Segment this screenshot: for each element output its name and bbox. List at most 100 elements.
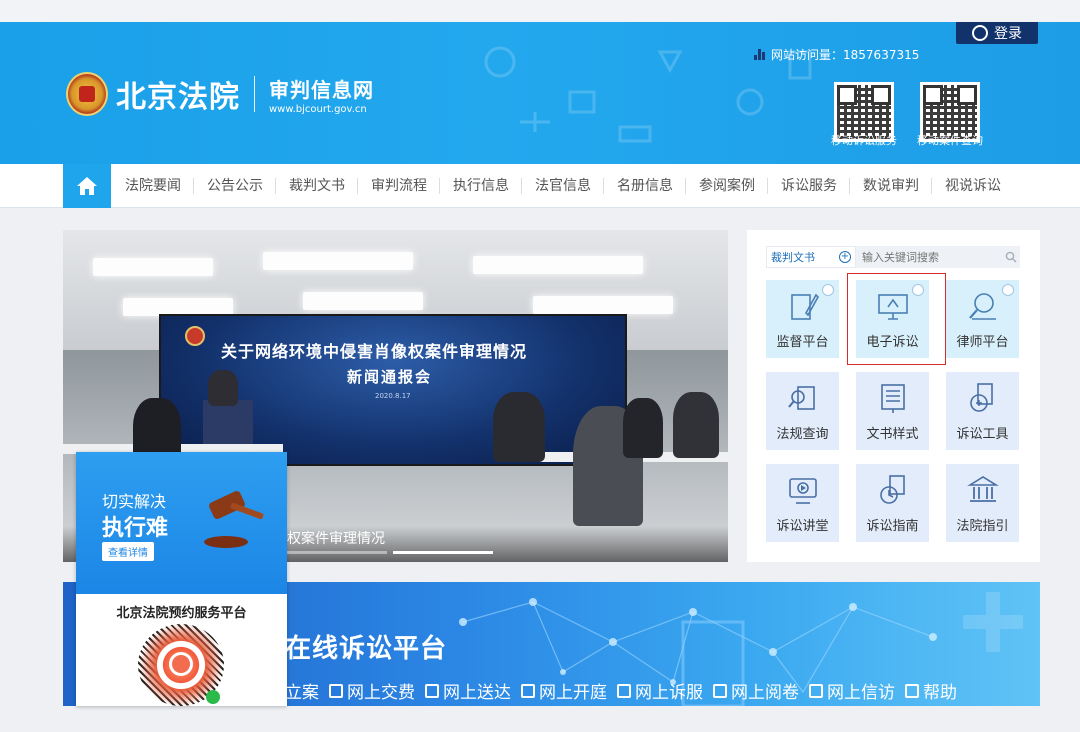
visits-label: 网站访问量： xyxy=(771,48,844,62)
banner-title: 在线诉讼平台 xyxy=(285,634,448,664)
carousel-dot-active[interactable] xyxy=(393,551,493,554)
nav-item-trial-process[interactable]: 审判流程 xyxy=(358,164,440,208)
site-subtitle-block: 审判信息网 www.bjcourt.gov.cn xyxy=(269,74,374,115)
site-name: 北京法院 xyxy=(116,80,240,115)
screen-subtitle: 新闻通报会 xyxy=(347,368,433,386)
tile-e-litigation[interactable]: 电子诉讼 xyxy=(856,280,929,358)
visit-counter: 网站访问量：1857637315 xyxy=(754,46,919,63)
nav-item-reference-cases[interactable]: 参阅案例 xyxy=(686,164,768,208)
nav-items: 法院要闻 公告公示 裁判文书 审判流程 执行信息 法官信息 名册信息 参阅案例 … xyxy=(112,164,1014,208)
badge-icon xyxy=(1002,284,1014,296)
payment-icon xyxy=(329,683,343,698)
court-emblem-icon xyxy=(66,72,108,116)
tile-document-templates[interactable]: 文书样式 xyxy=(856,372,929,450)
qr-label-litigation: 移动诉讼服务 xyxy=(831,134,897,147)
nav-item-judges[interactable]: 法官信息 xyxy=(522,164,604,208)
services-panel: 裁判文书 + 监督平台 电子诉讼 律师平台 法规查询 文书 xyxy=(747,230,1040,562)
pen-paper-icon xyxy=(790,293,819,320)
search-doc-icon xyxy=(787,386,815,410)
screen-date: 2020.8.17 xyxy=(375,392,411,400)
appointment-qr-code xyxy=(138,624,224,706)
carousel-indicators xyxy=(287,551,493,554)
site-subtitle: 审判信息网 xyxy=(269,77,374,102)
banner-link-file-review[interactable]: 网上阅卷 xyxy=(713,678,799,703)
nav-item-court-news[interactable]: 法院要闻 xyxy=(112,164,194,208)
top-strip xyxy=(0,0,1080,22)
user-icon xyxy=(972,25,988,41)
banner-link-online-service[interactable]: 网上诉服 xyxy=(617,678,703,703)
promo-platform-title: 北京法院预约服务平台 xyxy=(116,606,247,621)
search-input[interactable] xyxy=(856,246,1002,268)
search-button[interactable] xyxy=(1002,246,1020,268)
promo-details-button[interactable]: 查看详情 xyxy=(102,542,154,561)
banner-link-payment[interactable]: 网上交费 xyxy=(329,678,415,703)
main-nav: 法院要闻 公告公示 裁判文书 审判流程 执行信息 法官信息 名册信息 参阅案例 … xyxy=(0,164,1080,208)
login-label: 登录 xyxy=(994,26,1022,42)
attendee-figure xyxy=(673,392,719,458)
tile-law-query[interactable]: 法规查询 xyxy=(766,372,839,450)
banner-link-help[interactable]: 帮助 xyxy=(905,678,957,703)
tile-label: 诉讼讲堂 xyxy=(776,519,829,534)
nav-item-litigation-services[interactable]: 诉讼服务 xyxy=(768,164,850,208)
id-card-icon xyxy=(617,683,631,698)
nav-item-enforcement[interactable]: 执行信息 xyxy=(440,164,522,208)
search-icon xyxy=(1005,251,1017,263)
banner-link-service[interactable]: 网上送达 xyxy=(425,678,511,703)
carousel-caption[interactable]: 权案件审理情况 xyxy=(287,528,385,548)
tile-litigation-guide[interactable]: 诉讼指南 xyxy=(856,464,929,542)
enforcement-promo-card[interactable]: 切实解决 执行难 查看详情 北京法院预约服务平台 xyxy=(76,452,287,706)
site-url: www.bjcourt.gov.cn xyxy=(269,103,367,115)
wechat-icon xyxy=(206,690,220,704)
screen-title: 关于网络环境中侵害肖像权案件审理情况 xyxy=(221,342,528,361)
tile-lawyer-platform[interactable]: 律师平台 xyxy=(946,280,1019,358)
bar-chart-icon xyxy=(754,49,765,60)
podium xyxy=(203,400,253,450)
attendee-figure xyxy=(623,398,663,458)
tile-label: 诉讼工具 xyxy=(956,427,1009,442)
help-icon xyxy=(905,683,919,698)
nav-item-judgments[interactable]: 裁判文书 xyxy=(276,164,358,208)
tile-label: 法院指引 xyxy=(956,519,1009,534)
search-category-select[interactable]: 裁判文书 + xyxy=(766,246,856,268)
banner-links: 立案 网上交费 网上送达 网上开庭 网上诉服 网上阅卷 网上信访 帮助 xyxy=(285,678,957,703)
nav-home-button[interactable] xyxy=(63,164,111,208)
site-logo[interactable]: 北京法院 审判信息网 www.bjcourt.gov.cn xyxy=(66,72,374,116)
login-button[interactable]: 登录 xyxy=(956,22,1038,44)
banner-link-hearing[interactable]: 网上开庭 xyxy=(521,678,607,703)
search-category-label: 裁判文书 xyxy=(771,251,815,264)
plus-circle-icon: + xyxy=(839,251,851,263)
promo-line1: 切实解决 xyxy=(102,492,167,511)
speaker-figure xyxy=(208,370,238,406)
book-icon xyxy=(880,384,905,413)
tile-label: 诉讼指南 xyxy=(866,519,919,534)
tile-supervision[interactable]: 监督平台 xyxy=(766,280,839,358)
nav-item-announcements[interactable]: 公告公示 xyxy=(194,164,276,208)
send-icon xyxy=(425,683,439,698)
tile-label: 法规查询 xyxy=(776,427,829,442)
nav-item-registry[interactable]: 名册信息 xyxy=(604,164,686,208)
visits-count: 1857637315 xyxy=(843,48,920,62)
tile-litigation-lectures[interactable]: 诉讼讲堂 xyxy=(766,464,839,542)
video-icon xyxy=(788,478,817,504)
carousel-dot[interactable] xyxy=(287,551,387,554)
promo-line2: 执行难 xyxy=(102,516,169,541)
nav-item-video[interactable]: 视说诉讼 xyxy=(932,164,1014,208)
person-icon xyxy=(809,683,823,698)
tile-litigation-tools[interactable]: 诉讼工具 xyxy=(946,372,1019,450)
court-building-icon xyxy=(966,476,999,502)
gavel-icon xyxy=(521,683,535,698)
promo-top: 切实解决 执行难 查看详情 xyxy=(76,452,287,594)
tile-court-directions[interactable]: 法院指引 xyxy=(946,464,1019,542)
tile-label: 电子诉讼 xyxy=(866,335,919,350)
tile-label: 监督平台 xyxy=(776,335,829,350)
nav-item-trial-data[interactable]: 数说审判 xyxy=(850,164,932,208)
banner-link-petition[interactable]: 网上信访 xyxy=(809,678,895,703)
tile-label: 文书样式 xyxy=(866,427,919,442)
qr-label-case-query: 移动案件查询 xyxy=(917,134,983,147)
attendee-figure xyxy=(493,392,545,462)
gavel-icon xyxy=(204,490,264,548)
badge-icon xyxy=(822,284,834,296)
compass-doc-icon xyxy=(879,475,905,504)
service-tiles: 监督平台 电子诉讼 律师平台 法规查询 文书样式 诉讼工具 诉讼讲堂 诉讼指南 … xyxy=(766,280,1020,542)
banner-link-filing[interactable]: 立案 xyxy=(285,678,319,703)
